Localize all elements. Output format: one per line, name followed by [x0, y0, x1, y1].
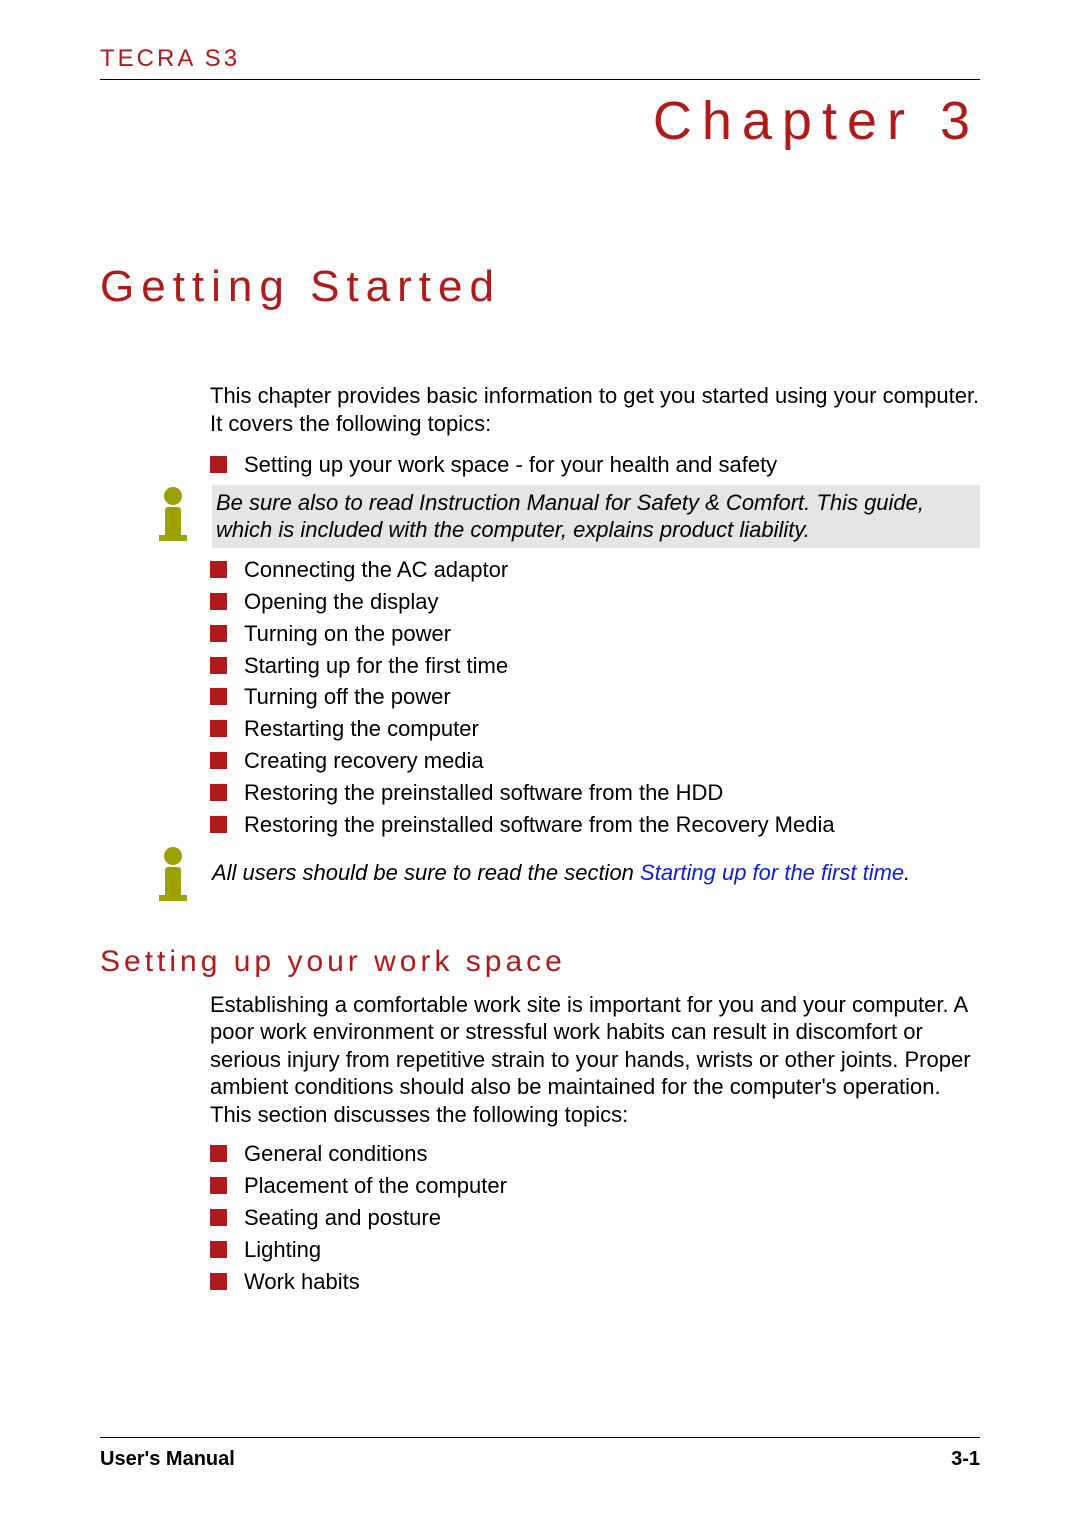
- list-item: Restoring the preinstalled software from…: [210, 809, 980, 841]
- chapter-title: Getting Started: [100, 262, 980, 312]
- list-item: Work habits: [210, 1266, 980, 1298]
- topics-list-1: Setting up your work space - for your he…: [210, 449, 980, 481]
- workspace-list: General conditions Placement of the comp…: [210, 1138, 980, 1297]
- note-text: Be sure also to read Instruction Manual …: [212, 485, 980, 548]
- info-icon: [150, 485, 196, 543]
- note-first-time: All users should be sure to read the sec…: [150, 845, 980, 903]
- chapter-label: Chapter 3: [100, 90, 980, 152]
- intro-paragraph: This chapter provides basic information …: [210, 382, 980, 437]
- footer-manual-label: User's Manual: [100, 1448, 235, 1471]
- list-item: Turning off the power: [210, 681, 980, 713]
- note-text: All users should be sure to read the sec…: [212, 845, 980, 887]
- section-title-workspace: Setting up your work space: [100, 945, 980, 979]
- list-item: Restarting the computer: [210, 713, 980, 745]
- topics-list-2: Connecting the AC adaptor Opening the di…: [210, 554, 980, 841]
- list-item: Opening the display: [210, 586, 980, 618]
- info-icon: [150, 845, 196, 903]
- header-rule: [100, 79, 980, 80]
- product-name: TECRA S3: [100, 45, 980, 73]
- list-item: Creating recovery media: [210, 745, 980, 777]
- link-starting-up[interactable]: Starting up for the first time: [640, 860, 904, 885]
- note-prefix: All users should be sure to read the sec…: [212, 860, 640, 885]
- footer-page-number: 3-1: [951, 1448, 980, 1471]
- list-item: Starting up for the first time: [210, 650, 980, 682]
- list-item: Lighting: [210, 1234, 980, 1266]
- page-footer: User's Manual 3-1: [100, 1437, 980, 1471]
- footer-rule: [100, 1437, 980, 1438]
- note-suffix: .: [904, 860, 910, 885]
- list-item: General conditions: [210, 1138, 980, 1170]
- list-item: Restoring the preinstalled software from…: [210, 777, 980, 809]
- list-item: Placement of the computer: [210, 1170, 980, 1202]
- list-item: Connecting the AC adaptor: [210, 554, 980, 586]
- list-item: Setting up your work space - for your he…: [210, 449, 980, 481]
- note-safety: Be sure also to read Instruction Manual …: [150, 485, 980, 548]
- list-item: Turning on the power: [210, 618, 980, 650]
- list-item: Seating and posture: [210, 1202, 980, 1234]
- workspace-paragraph: Establishing a comfortable work site is …: [210, 991, 980, 1129]
